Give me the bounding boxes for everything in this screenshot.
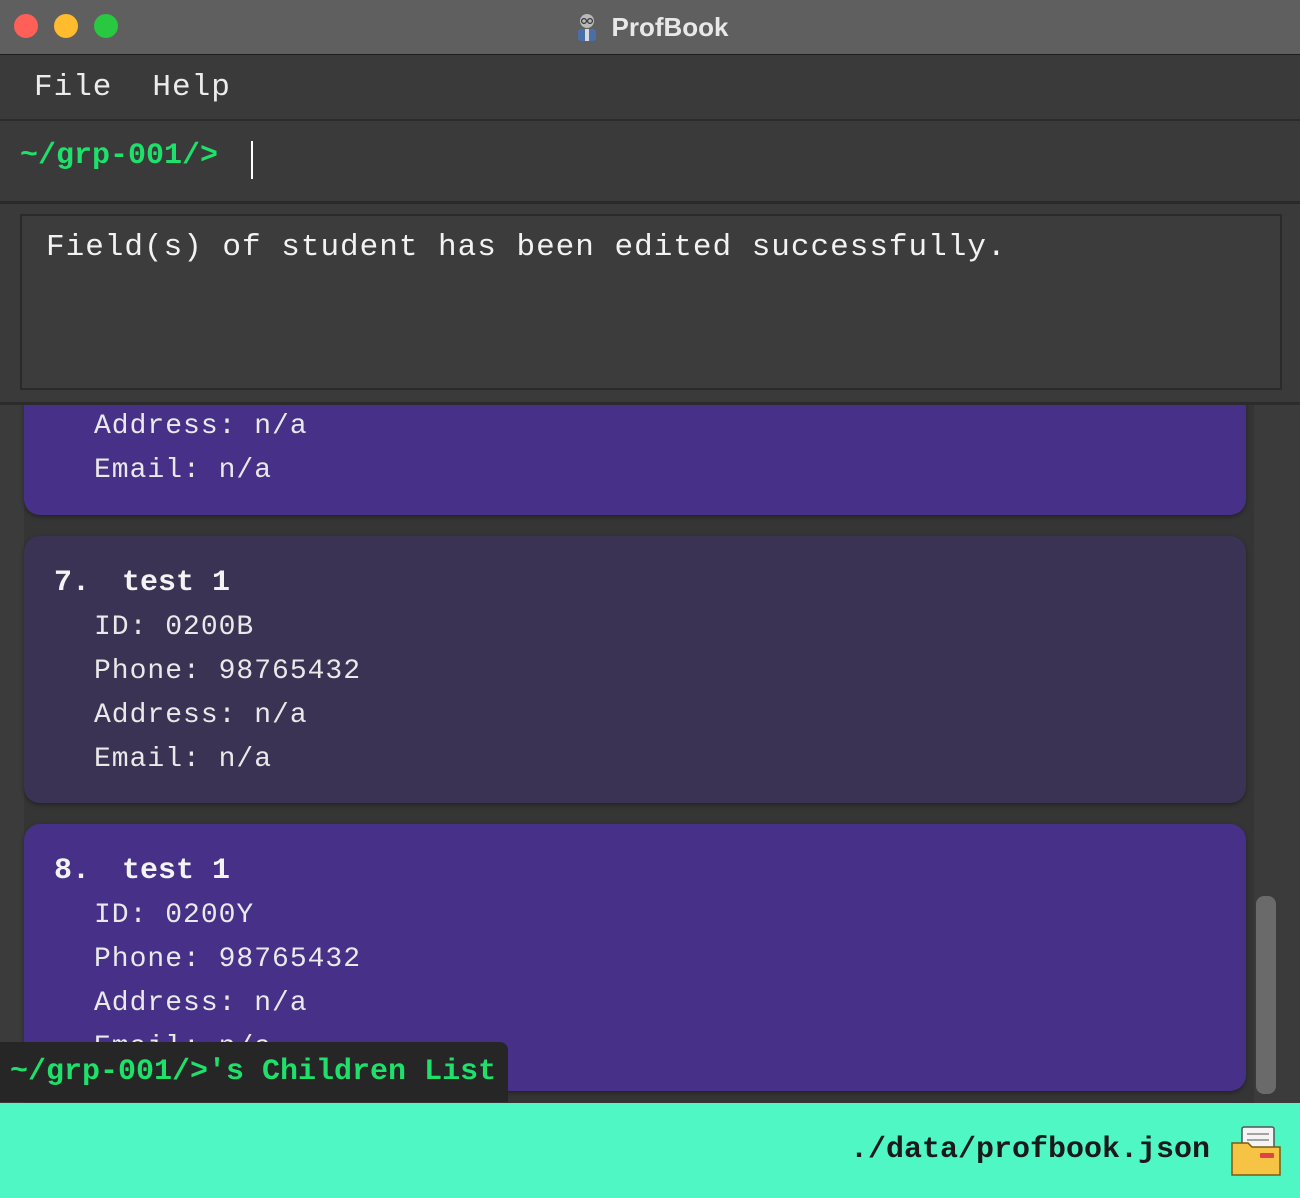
children-list-panel[interactable]: Address: n/a Email: n/a 7. test 1 ID: 020… xyxy=(0,405,1300,1103)
card-index: 8. xyxy=(54,854,91,888)
result-display-panel: Field(s) of student has been edited succ… xyxy=(0,204,1300,405)
app-window: ProfBook File Help ~/grp-001/> Field(s) … xyxy=(0,0,1300,1198)
card-id: ID: 0200Y xyxy=(94,900,255,931)
title-bar: ProfBook xyxy=(0,0,1300,55)
command-prompt: ~/grp-001/> xyxy=(20,139,219,173)
card-title: 8. test 1 xyxy=(54,854,230,888)
result-display[interactable]: Field(s) of student has been edited succ… xyxy=(20,214,1282,390)
result-message: Field(s) of student has been edited succ… xyxy=(46,230,1007,265)
list-card[interactable]: Address: n/a Email: n/a xyxy=(24,405,1246,515)
text-cursor xyxy=(251,141,253,179)
card-address: Address: n/a xyxy=(94,700,308,731)
card-name: test 1 xyxy=(122,854,231,888)
card-phone: Phone: 98765432 xyxy=(94,944,362,975)
window-title-group: ProfBook xyxy=(0,0,1300,54)
card-title: 7. test 1 xyxy=(54,566,230,600)
card-phone: Phone: 98765432 xyxy=(94,656,362,687)
folder-icon xyxy=(1230,1125,1282,1177)
list-title-label: ~/grp-001/>'s Children List xyxy=(0,1042,509,1102)
professor-avatar-icon xyxy=(572,12,602,42)
card-id: ID: 0200B xyxy=(94,612,255,643)
command-input[interactable] xyxy=(240,141,1274,183)
card-address: Address: n/a xyxy=(94,988,308,1019)
menu-help[interactable]: Help xyxy=(152,70,230,105)
card-name: test 1 xyxy=(122,566,231,600)
card-address: Address: n/a xyxy=(94,411,308,442)
status-bar: ./data/profbook.json xyxy=(0,1103,1300,1198)
data-file-path: ./data/profbook.json xyxy=(849,1133,1210,1167)
list-scrollbar-thumb[interactable] xyxy=(1256,896,1276,1094)
card-index: 7. xyxy=(54,566,91,600)
card-email: Email: n/a xyxy=(94,455,273,486)
menu-bar: File Help xyxy=(0,55,1300,121)
menu-file[interactable]: File xyxy=(34,70,112,105)
window-title: ProfBook xyxy=(611,11,729,42)
card-email: Email: n/a xyxy=(94,744,273,775)
command-bar: ~/grp-001/> xyxy=(0,121,1300,204)
list-card[interactable]: 7. test 1 ID: 0200B Phone: 98765432 Addre… xyxy=(24,536,1246,803)
